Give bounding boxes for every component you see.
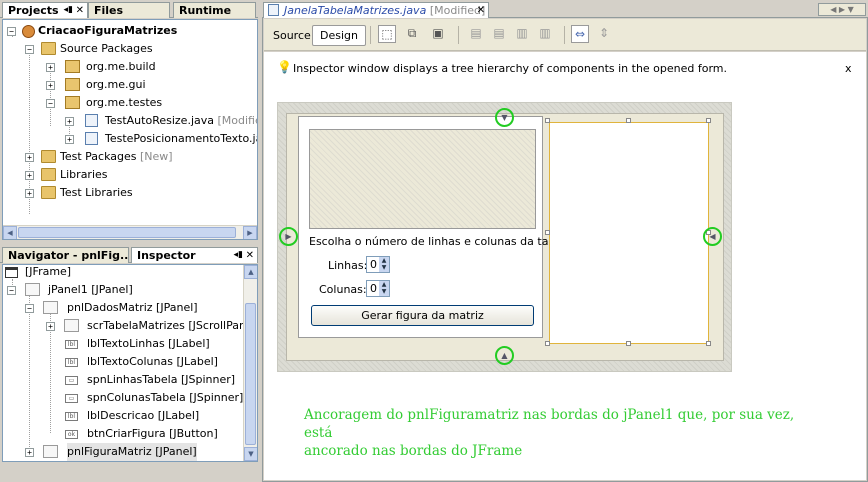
tree-item-package[interactable]: org.me.gui (86, 76, 146, 94)
scroll-up-icon[interactable]: ▲ (244, 265, 257, 279)
close-icon[interactable]: ✕ (246, 248, 254, 263)
tree-item-pnlfiguramatriz[interactable]: pnlFiguraMatriz [JPanel] (67, 443, 197, 461)
tree-item-project[interactable]: CriacaoFiguraMatrizes (38, 22, 177, 40)
tree-item-spncolunastabela[interactable]: spnColunasTabela [JSpinner] (87, 389, 243, 407)
expand-toggle[interactable]: + (65, 135, 74, 144)
expand-toggle[interactable]: + (25, 448, 34, 457)
tree-item-test-packages[interactable]: Test Packages [New] (60, 148, 173, 166)
expand-toggle[interactable]: + (46, 81, 55, 90)
tree-item-spnlinhastabela[interactable]: spnLinhasTabela [JSpinner] (87, 371, 235, 389)
tree-item-test-libraries[interactable]: Test Libraries (60, 184, 133, 202)
scroll-thumb[interactable] (18, 227, 236, 238)
collapse-toggle[interactable]: − (7, 27, 16, 36)
panel-icon (25, 283, 40, 296)
vertical-scrollbar[interactable]: ▲ ▼ (243, 265, 257, 461)
label-icon: lbl (65, 412, 78, 421)
collapse-toggle[interactable]: − (46, 99, 55, 108)
tree-item-source-packages[interactable]: Source Packages (60, 40, 153, 58)
test-packages-label: Test Packages (60, 150, 137, 163)
package-icon (65, 60, 80, 73)
tab-projects[interactable]: Projects ◂▮ ✕ (2, 2, 88, 18)
tab-runtime-label: Runtime (179, 4, 232, 17)
panel-icon (43, 301, 58, 314)
expand-toggle[interactable]: + (25, 153, 34, 162)
tree-guide (50, 70, 51, 126)
tree-item-libraries[interactable]: Libraries (60, 166, 108, 184)
editor-border (262, 18, 868, 482)
button-icon: ok (65, 430, 78, 439)
scroll-tabs-left-icon[interactable]: ◀ (830, 5, 836, 14)
close-icon[interactable]: ✕ (477, 3, 485, 18)
scroll-thumb[interactable] (245, 303, 256, 445)
tree-item-package[interactable]: org.me.build (86, 58, 156, 76)
label-icon: lbl (65, 340, 78, 349)
collapse-toggle[interactable]: − (25, 304, 34, 313)
tab-inspector[interactable]: Inspector ◂▮ ✕ (131, 247, 258, 263)
tab-files[interactable]: Files (88, 2, 170, 18)
editor-tab-label: JanelaTabelaMatrizes.java (284, 4, 427, 17)
tab-inspector-label: Inspector (137, 249, 196, 262)
source-packages-icon (41, 42, 56, 55)
minimize-icon[interactable]: ◂▮ (234, 248, 243, 263)
inspector-tree: [JFrame] − jPanel1 [JPanel] − pnlDadosMa… (2, 264, 258, 462)
tree-item-lbltextocolunas[interactable]: lblTextoColunas [JLabel] (87, 353, 218, 371)
expand-toggle[interactable]: + (46, 63, 55, 72)
tree-item-lbldescricao[interactable]: lblDescricao [JLabel] (87, 407, 199, 425)
java-file-icon (85, 132, 98, 145)
java-file-icon (85, 114, 98, 127)
expand-toggle[interactable]: + (65, 117, 74, 126)
libraries-icon (41, 168, 56, 181)
tree-guide (50, 313, 51, 433)
tree-item-package[interactable]: org.me.testes (86, 94, 162, 112)
scroll-left-icon[interactable]: ◀ (3, 226, 17, 239)
expand-toggle[interactable]: + (46, 322, 55, 331)
spinner-icon: ▭ (65, 394, 78, 403)
package-icon (65, 78, 80, 91)
tree-item-jpanel1[interactable]: jPanel1 [JPanel] (48, 281, 133, 299)
label-icon: lbl (65, 358, 78, 367)
tree-item-jframe[interactable]: [JFrame] (25, 265, 71, 281)
collapse-toggle[interactable]: − (25, 45, 34, 54)
tab-runtime[interactable]: Runtime (173, 2, 256, 18)
tree-item-btncriarfigura[interactable]: btnCriarFigura [JButton] (87, 425, 218, 443)
tab-navigator-label: Navigator - pnlFig... (8, 249, 129, 262)
package-icon (65, 96, 80, 109)
file-modified-badge: [Modified] (217, 114, 258, 127)
file-name: TestAutoResize.java (105, 114, 214, 127)
frame-icon (5, 267, 18, 278)
spinner-icon: ▭ (65, 376, 78, 385)
new-badge: [New] (139, 150, 173, 163)
scroll-down-icon[interactable]: ▼ (244, 447, 257, 461)
tab-navigator[interactable]: Navigator - pnlFig... (2, 247, 129, 263)
collapse-toggle[interactable]: − (7, 286, 16, 295)
form-file-icon (268, 4, 279, 16)
tree-guide (29, 295, 30, 453)
tab-nav-arrows[interactable]: ◀ ▶ ▼ (818, 3, 866, 16)
tab-editor-file[interactable]: JanelaTabelaMatrizes.java [Modified] ✕ (263, 2, 489, 18)
tree-item-file[interactable]: TestePosicionamentoTexto.java (105, 130, 257, 148)
tab-projects-label: Projects (8, 4, 59, 17)
scroll-tabs-right-icon[interactable]: ▶ (839, 5, 845, 14)
panel-icon (43, 445, 58, 458)
expand-toggle[interactable]: + (25, 171, 34, 180)
expand-toggle[interactable]: + (25, 189, 34, 198)
close-icon[interactable]: ✕ (76, 3, 84, 18)
test-packages-icon (41, 150, 56, 163)
tab-files-label: Files (94, 4, 124, 17)
project-icon (22, 25, 35, 38)
tree-item-scrtabelamatrizes[interactable]: scrTabelaMatrizes [JScrollPane] (87, 317, 257, 335)
tree-item-pnldadosmatriz[interactable]: pnlDadosMatriz [JPanel] (67, 299, 198, 317)
scroll-right-icon[interactable]: ▶ (243, 226, 257, 239)
projects-tree: − CriacaoFiguraMatrizes − Source Package… (2, 19, 258, 240)
tab-list-icon[interactable]: ▼ (848, 5, 854, 14)
tree-item-file[interactable]: TestAutoResize.java [Modified] (105, 112, 258, 130)
horizontal-scrollbar[interactable]: ◀ ▶ (3, 225, 257, 239)
tree-item-lbltextolinhas[interactable]: lblTextoLinhas [JLabel] (87, 335, 210, 353)
test-libraries-icon (41, 186, 56, 199)
scrollpane-icon (64, 319, 79, 332)
minimize-icon[interactable]: ◂▮ (64, 3, 73, 18)
